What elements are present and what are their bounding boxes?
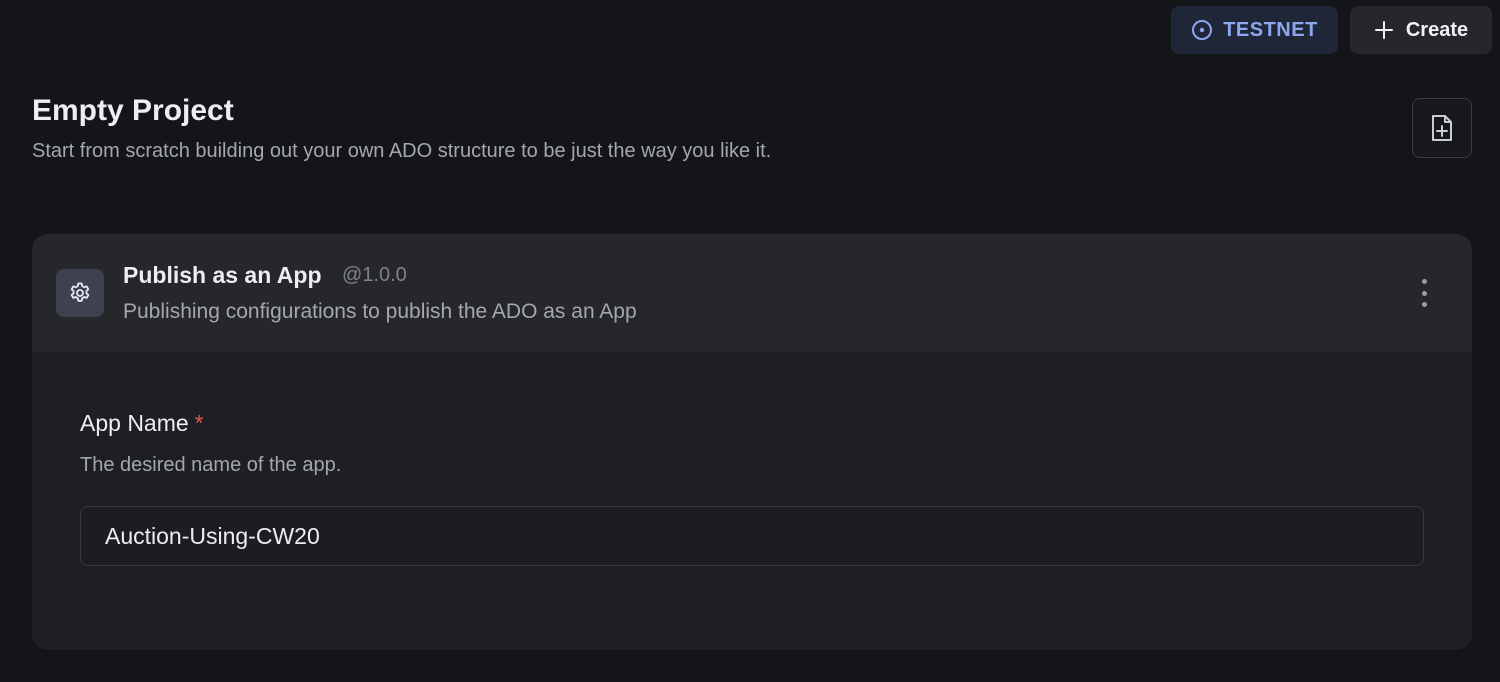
app-name-input[interactable]	[80, 506, 1424, 566]
card-header: Publish as an App @1.0.0 Publishing conf…	[32, 234, 1472, 352]
card-version: @1.0.0	[342, 264, 407, 286]
page-subtitle: Start from scratch building out your own…	[32, 140, 772, 162]
create-label: Create	[1405, 18, 1469, 41]
file-plus-icon	[1428, 113, 1456, 143]
target-icon	[1191, 19, 1213, 41]
app-name-label: App Name *	[80, 410, 204, 437]
top-bar: TESTNET Create	[1171, 6, 1492, 54]
app-name-help: The desired name of the app.	[80, 454, 342, 476]
page-title: Empty Project	[32, 94, 234, 127]
network-label: TESTNET	[1223, 18, 1318, 41]
gear-icon	[56, 269, 104, 317]
network-button[interactable]: TESTNET	[1171, 6, 1338, 54]
more-vertical-icon[interactable]	[1416, 279, 1432, 307]
app-name-label-text: App Name	[80, 410, 189, 436]
required-marker: *	[194, 410, 204, 436]
add-file-button[interactable]	[1412, 98, 1472, 158]
card-description: Publishing configurations to publish the…	[123, 300, 637, 323]
card-title: Publish as an App	[123, 262, 322, 288]
create-button[interactable]: Create	[1350, 6, 1492, 54]
plus-icon	[1374, 20, 1394, 40]
publish-app-card: Publish as an App @1.0.0 Publishing conf…	[32, 234, 1472, 650]
